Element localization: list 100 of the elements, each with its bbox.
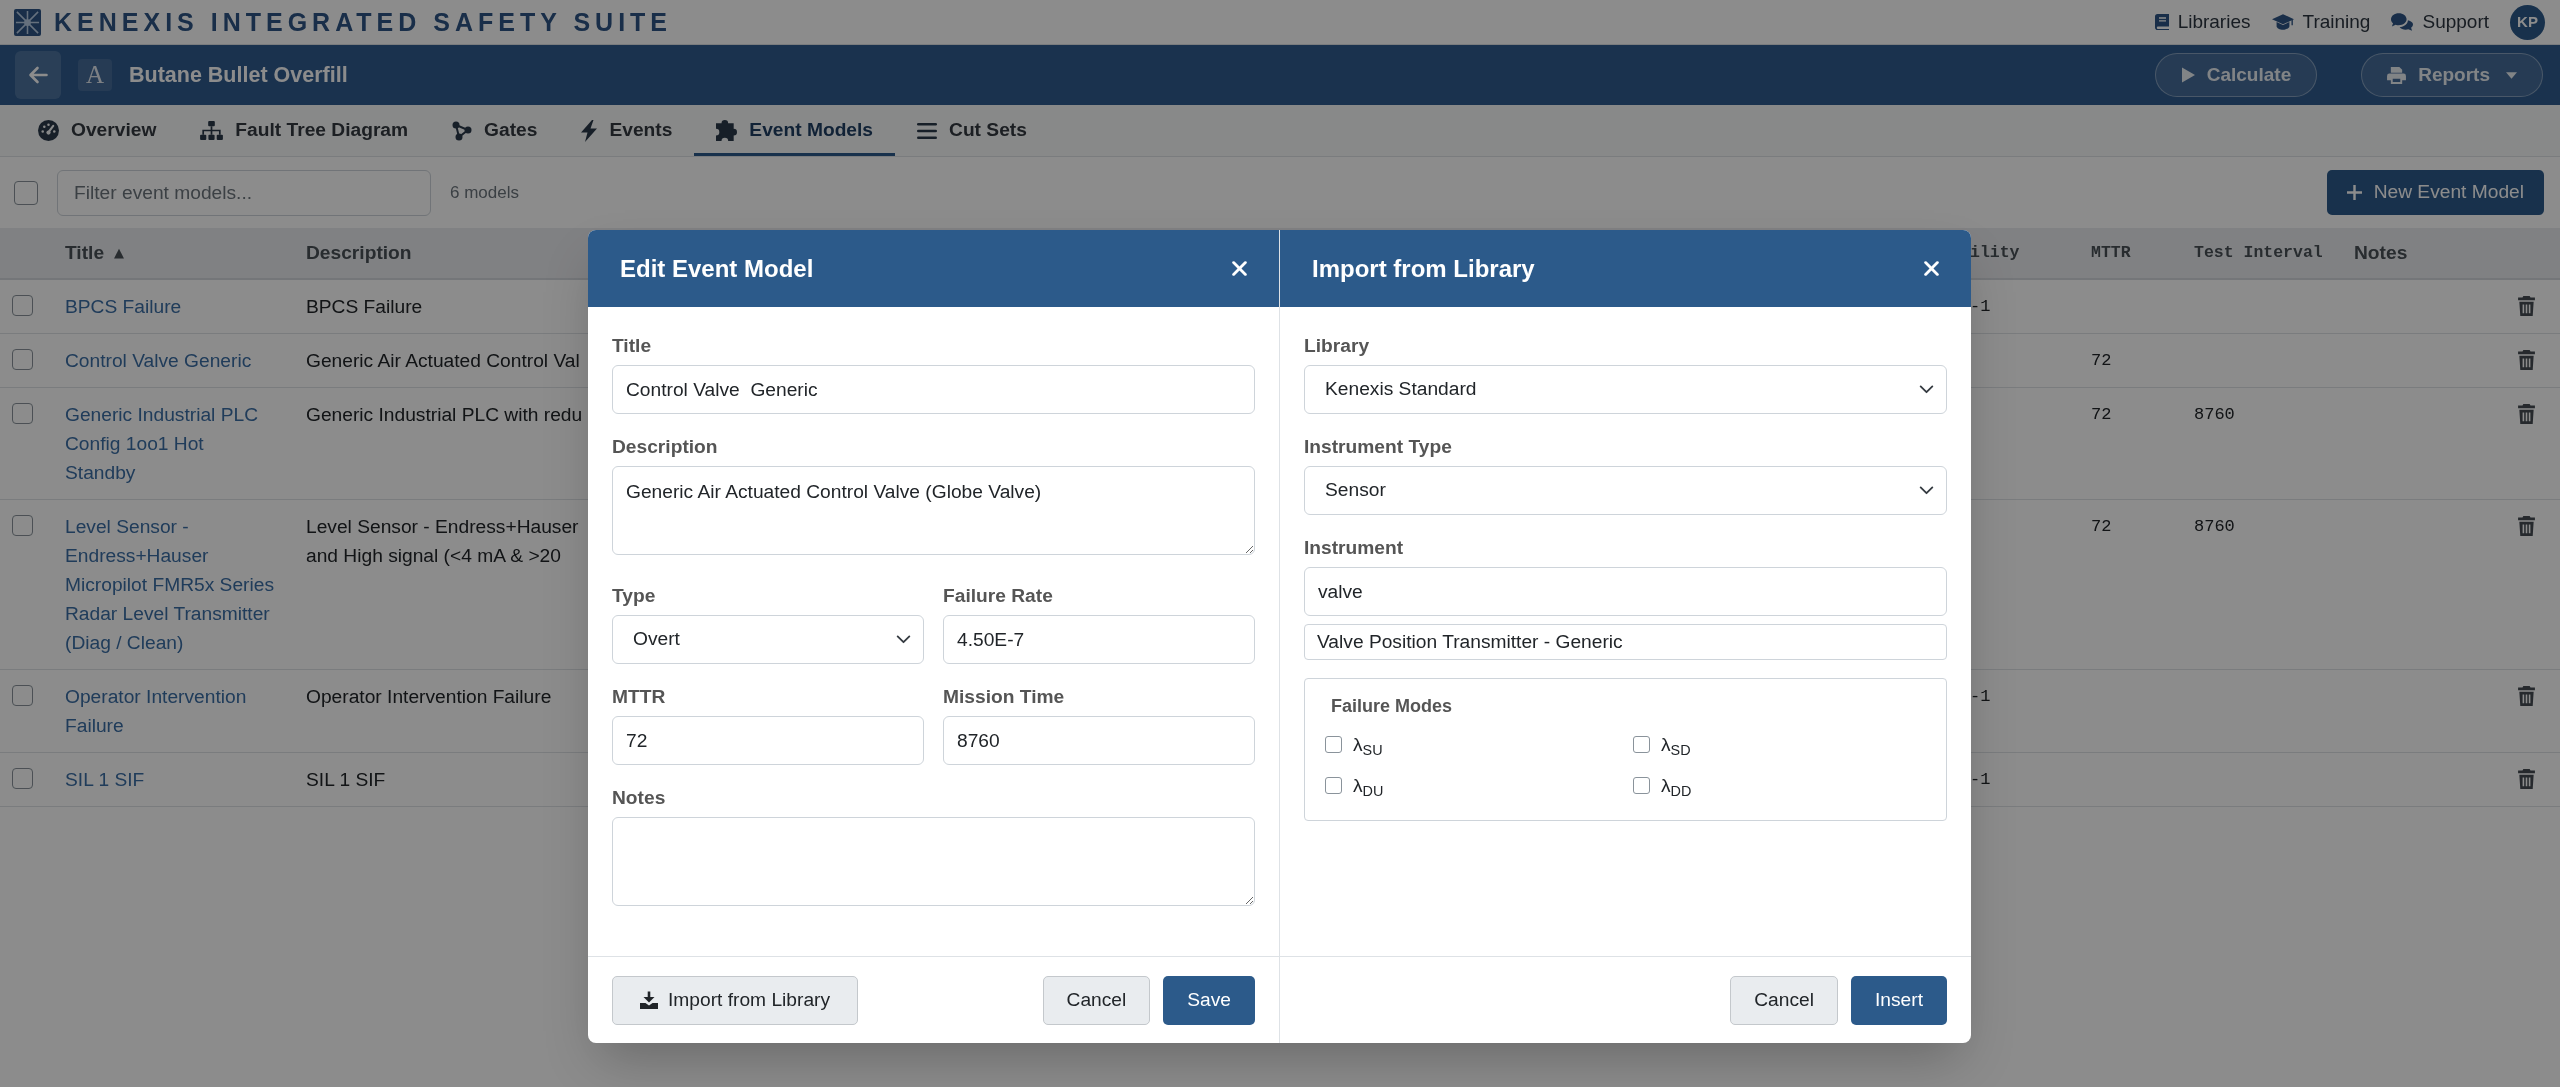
failure-mode-checkbox[interactable] — [1633, 736, 1650, 753]
trash-icon[interactable] — [2518, 350, 2535, 370]
list-icon — [917, 122, 938, 139]
table-cell-text: SIL 1 SIF — [306, 768, 387, 792]
row-checkbox[interactable] — [12, 295, 33, 316]
graduation-cap-icon — [2271, 14, 2294, 30]
table-cell-text: Level Sensor - Endress+Hauser and High signal (<4 mA & >20 — [306, 515, 580, 568]
title-link[interactable]: Operator Intervention Failure — [65, 682, 277, 740]
dialog-title: Edit Event Model — [620, 253, 814, 284]
download-icon — [640, 991, 658, 1009]
close-icon[interactable] — [1232, 261, 1247, 276]
column-header[interactable]: Description — [306, 238, 412, 268]
table-cell: -1 — [1970, 297, 1991, 316]
header-link[interactable]: Libraries — [2154, 7, 2251, 37]
table-cell-text: Generic Air Actuated Control Val — [306, 349, 580, 373]
trash-icon[interactable] — [2518, 686, 2535, 706]
nodes-icon — [452, 120, 473, 141]
trash-icon[interactable] — [2518, 516, 2535, 536]
dialog-button[interactable]: Save — [1163, 975, 1255, 1025]
checkbox-label: λ$_{SU}$ — [1353, 733, 1383, 759]
lightning-bolt-icon — [581, 119, 598, 142]
tab[interactable]: Overview — [16, 105, 179, 156]
row-checkbox[interactable] — [12, 768, 33, 789]
new-event-model-button[interactable]: New Event Model — [2326, 170, 2544, 215]
column-header[interactable]: MTTR — [2091, 240, 2131, 266]
title-link[interactable]: Generic Industrial PLC Config 1oo1 Hot Standby — [65, 400, 277, 487]
select-field[interactable]: Kenexis Standard — [1304, 365, 1947, 414]
model-count: 6 models — [450, 181, 519, 204]
column-header[interactable]: Notes — [2354, 238, 2408, 268]
text-field[interactable]: Control Valve Generic — [612, 365, 1255, 414]
row-checkbox[interactable] — [12, 403, 33, 424]
select-field[interactable]: Sensor — [1304, 466, 1947, 515]
table-cell: 72 — [2091, 517, 2112, 536]
play-icon — [2180, 67, 2195, 83]
sitemap-icon — [200, 121, 224, 140]
dialog-button[interactable]: Import from Library — [612, 975, 859, 1025]
title-link[interactable]: SIL 1 SIF — [65, 765, 277, 794]
speech-bubbles-icon — [2391, 13, 2414, 31]
text-field[interactable]: 4.50E-7 — [943, 615, 1255, 664]
title-link[interactable]: Control Valve Generic — [65, 346, 277, 375]
title-link[interactable]: Level Sensor - Endress+Hauser Micropilot FMR5x Series Radar Level Transmitter (Diag / Clean) — [65, 512, 277, 657]
field-label: Type — [612, 584, 657, 608]
logo-icon — [14, 8, 41, 36]
table-cell: -1 — [1970, 687, 1991, 706]
gauge-icon — [38, 120, 59, 141]
checkbox-label: λ$_{SD}$ — [1661, 733, 1691, 759]
dialog-button[interactable]: Insert — [1851, 975, 1947, 1025]
textarea-field[interactable] — [612, 817, 1255, 906]
trash-icon[interactable] — [2518, 404, 2535, 424]
chevron-down-icon — [1919, 385, 1934, 394]
close-icon[interactable] — [1924, 261, 1939, 276]
header-link[interactable]: Support — [2391, 7, 2489, 37]
dialog-button[interactable]: Cancel — [1730, 975, 1838, 1025]
table-cell: 72 — [2091, 405, 2112, 424]
row-checkbox[interactable] — [12, 685, 33, 706]
user-avatar[interactable]: KP — [2510, 4, 2545, 40]
failure-mode-checkbox[interactable] — [1325, 736, 1342, 753]
filter-field[interactable]: Filter event models... — [57, 169, 431, 216]
table-cell-text: Operator Intervention Failure — [306, 685, 553, 709]
row-checkbox[interactable] — [12, 515, 33, 536]
plus-icon — [2346, 185, 2362, 200]
table-cell: 8760 — [2194, 517, 2235, 536]
trash-icon[interactable] — [2518, 769, 2535, 789]
checkbox-label: λ$_{DD}$ — [1661, 774, 1692, 800]
field-label: Library — [1304, 334, 1371, 358]
tab[interactable]: Cut Sets — [895, 105, 1049, 156]
textarea-field[interactable]: Generic Air Actuated Control Valve (Globe Valve) — [612, 466, 1255, 555]
select-field[interactable]: Overt — [612, 615, 924, 664]
fieldset-legend: Failure Modes — [1331, 693, 1926, 720]
tab[interactable]: Events — [559, 105, 695, 156]
dialog-button[interactable]: Cancel — [1042, 975, 1151, 1025]
arrow-left-icon — [28, 66, 48, 84]
text-field[interactable]: valve — [1304, 567, 1947, 616]
row-checkbox[interactable] — [12, 349, 33, 370]
table-cell: 8760 — [2194, 405, 2235, 424]
field-label: Description — [612, 435, 719, 459]
field-label: Notes — [612, 786, 667, 810]
title-link[interactable]: BPCS Failure — [65, 292, 277, 321]
tab[interactable]: Gates — [430, 105, 560, 156]
trash-icon[interactable] — [2518, 296, 2535, 316]
suggestion-item[interactable]: Valve Position Transmitter - Generic — [1304, 624, 1947, 660]
sort-indicator: ▲ — [114, 246, 125, 260]
column-header[interactable]: ility — [1970, 240, 2020, 266]
table-cell-text: BPCS Failure — [306, 295, 424, 319]
table-cell: -1 — [1970, 770, 1991, 789]
table-cell-text: Generic Industrial PLC with redu — [306, 403, 580, 427]
tab[interactable]: Event Models — [694, 105, 896, 156]
text-field[interactable]: 72 — [612, 716, 924, 765]
book-icon — [2154, 14, 2169, 30]
tab[interactable]: Fault Tree Diagram — [178, 105, 431, 156]
field-label: MTTR — [612, 685, 667, 709]
field-label: Mission Time — [943, 685, 1066, 709]
select-all-checkbox[interactable] — [14, 180, 38, 205]
text-field[interactable]: 8760 — [943, 716, 1255, 765]
failure-mode-checkbox[interactable] — [1633, 777, 1650, 794]
column-header[interactable]: Test Interval — [2194, 240, 2323, 266]
printer-icon — [2387, 66, 2407, 84]
header-link[interactable]: Training — [2271, 7, 2371, 37]
column-header[interactable]: Title — [65, 238, 105, 268]
failure-mode-checkbox[interactable] — [1325, 777, 1342, 794]
